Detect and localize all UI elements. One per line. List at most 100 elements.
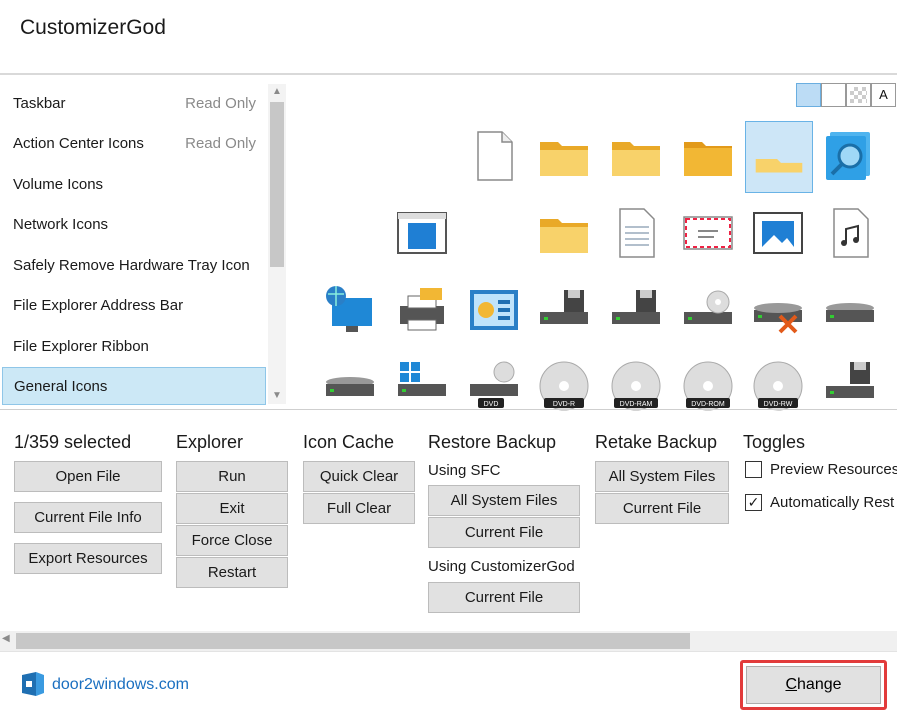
selection-count: 1/359 selected: [14, 432, 132, 452]
restart-explorer-button[interactable]: Restart: [176, 557, 288, 588]
dvd-badge: DVD: [484, 401, 499, 408]
preview-resources-label: Preview Resources: [770, 461, 897, 478]
hard-drive-icon[interactable]: [822, 282, 878, 338]
dvd-r-disc-icon[interactable]: DVD-R: [536, 356, 592, 412]
list-item-label: General Icons: [14, 377, 108, 395]
dvd-rom-disc-icon[interactable]: DVD-ROM: [680, 356, 736, 412]
search-folder-icon[interactable]: [822, 128, 878, 184]
change-button[interactable]: Change: [746, 666, 881, 704]
dvd-drive-icon[interactable]: DVD: [466, 356, 522, 412]
dvd-r-badge: DVD-R: [553, 401, 575, 408]
music-file-icon[interactable]: [822, 205, 878, 261]
view-checkerboard-button[interactable]: [846, 83, 871, 107]
panel-divider: [0, 409, 897, 410]
scroll-left-icon[interactable]: ◀: [2, 633, 10, 644]
checkerboard-icon: [850, 87, 867, 103]
hard-drive-icon[interactable]: [322, 356, 378, 412]
folder-icon[interactable]: [536, 128, 592, 184]
scroll-up-icon[interactable]: ▲: [268, 84, 286, 100]
door2windows-logo-icon: [20, 671, 46, 697]
optical-drive-icon[interactable]: [680, 282, 736, 338]
dvd-ram-badge: DVD-RAM: [620, 401, 653, 408]
horizontal-scroll-thumb[interactable]: [16, 633, 690, 649]
list-item-file-explorer-address-bar[interactable]: File Explorer Address Bar: [2, 286, 266, 324]
folder-dark-icon[interactable]: [680, 128, 736, 184]
view-mode-toolbar: A: [796, 83, 896, 107]
dvd-ram-disc-icon[interactable]: DVD-RAM: [608, 356, 664, 412]
list-scrollbar[interactable]: ▲ ▼: [268, 84, 286, 404]
exit-explorer-button[interactable]: Exit: [176, 493, 288, 524]
folder-icon[interactable]: [536, 205, 592, 261]
list-item-label: Action Center Icons: [13, 134, 144, 152]
list-scroll-thumb[interactable]: [270, 102, 284, 267]
retake-all-system-files-button[interactable]: All System Files: [595, 461, 729, 492]
floppy-drive-icon[interactable]: [822, 356, 878, 412]
floppy-drive-icon[interactable]: [536, 282, 592, 338]
retake-current-file-button[interactable]: Current File: [595, 493, 729, 524]
change-mnemonic: C: [785, 676, 798, 693]
folder-icon[interactable]: [608, 128, 664, 184]
using-sfc-label: Using SFC: [428, 462, 501, 479]
restore-backup-group-title: Restore Backup: [428, 432, 557, 452]
open-file-button[interactable]: Open File: [14, 461, 162, 492]
list-item-taskbar[interactable]: Taskbar Read Only: [2, 84, 266, 122]
title-divider: [0, 73, 897, 75]
list-item-file-explorer-ribbon[interactable]: File Explorer Ribbon: [2, 327, 266, 365]
blank-file-icon[interactable]: [466, 128, 522, 184]
printer-icon[interactable]: [394, 282, 450, 338]
list-item-label: File Explorer Address Bar: [13, 296, 184, 314]
explorer-group-title: Explorer: [176, 432, 244, 452]
full-clear-button[interactable]: Full Clear: [303, 493, 415, 524]
view-white-background-button[interactable]: [821, 83, 846, 107]
list-item-label: Volume Icons: [13, 175, 104, 193]
view-text-button[interactable]: A: [871, 83, 896, 107]
restore-sfc-all-system-files-button[interactable]: All System Files: [428, 485, 580, 516]
dvd-rw-badge: DVD-RW: [764, 401, 793, 408]
automatically-restart-checkbox[interactable]: ✓: [745, 494, 762, 511]
using-customizergod-label: Using CustomizerGod: [428, 558, 575, 575]
dvd-rw-disc-icon[interactable]: DVD-RW: [750, 356, 806, 412]
icon-cache-group-title: Icon Cache: [303, 432, 395, 452]
force-close-explorer-button[interactable]: Force Close: [176, 525, 288, 556]
horizontal-scrollbar[interactable]: ◀: [0, 631, 897, 651]
list-item-action-center-icons[interactable]: Action Center Icons Read Only: [2, 124, 266, 162]
list-item-general-icons[interactable]: General Icons: [2, 367, 266, 405]
preview-resources-checkbox[interactable]: [745, 461, 762, 478]
list-item-network-icons[interactable]: Network Icons: [2, 205, 266, 243]
run-explorer-button[interactable]: Run: [176, 461, 288, 492]
toggles-group-title: Toggles: [743, 432, 806, 452]
network-computer-icon[interactable]: [322, 282, 378, 338]
picture-window-icon[interactable]: [750, 205, 806, 261]
automatically-restart-toggle[interactable]: ✓ Automatically Rest: [745, 494, 894, 511]
application-window-icon[interactable]: [394, 205, 450, 261]
preview-resources-toggle[interactable]: Preview Resources: [745, 461, 897, 478]
dvd-rom-badge: DVD-ROM: [691, 401, 725, 408]
category-list[interactable]: Taskbar Read Only Action Center Icons Re…: [2, 84, 266, 405]
mail-envelope-icon[interactable]: [680, 205, 736, 261]
list-item-volume-icons[interactable]: Volume Icons: [2, 165, 266, 203]
list-item-label: Network Icons: [13, 215, 109, 233]
retake-backup-group-title: Retake Backup: [595, 432, 718, 452]
read-only-badge: Read Only: [185, 134, 256, 152]
restore-cg-current-file-button[interactable]: Current File: [428, 582, 580, 613]
control-panel-icon[interactable]: [466, 282, 522, 338]
disconnected-drive-icon[interactable]: [750, 282, 806, 338]
read-only-badge: Read Only: [185, 94, 256, 112]
floppy-drive-icon[interactable]: [608, 282, 664, 338]
export-resources-button[interactable]: Export Resources: [14, 543, 162, 574]
door2windows-link[interactable]: door2windows.com: [52, 676, 189, 694]
windows-drive-icon[interactable]: [394, 356, 450, 412]
view-light-background-button[interactable]: [796, 83, 821, 107]
list-item-safely-remove-hardware[interactable]: Safely Remove Hardware Tray Icon: [2, 246, 266, 284]
app-title: CustomizerGod: [20, 16, 166, 39]
quick-clear-button[interactable]: Quick Clear: [303, 461, 415, 492]
text-document-icon[interactable]: [608, 205, 664, 261]
footer-divider: [0, 651, 897, 652]
scroll-down-icon[interactable]: ▼: [268, 388, 286, 404]
current-file-info-button[interactable]: Current File Info: [14, 502, 162, 533]
change-label-rest: hange: [797, 676, 842, 693]
list-item-label: File Explorer Ribbon: [13, 337, 149, 355]
restore-sfc-current-file-button[interactable]: Current File: [428, 517, 580, 548]
folder-open-icon[interactable]: [745, 121, 813, 193]
automatically-restart-label: Automatically Rest: [770, 494, 895, 511]
